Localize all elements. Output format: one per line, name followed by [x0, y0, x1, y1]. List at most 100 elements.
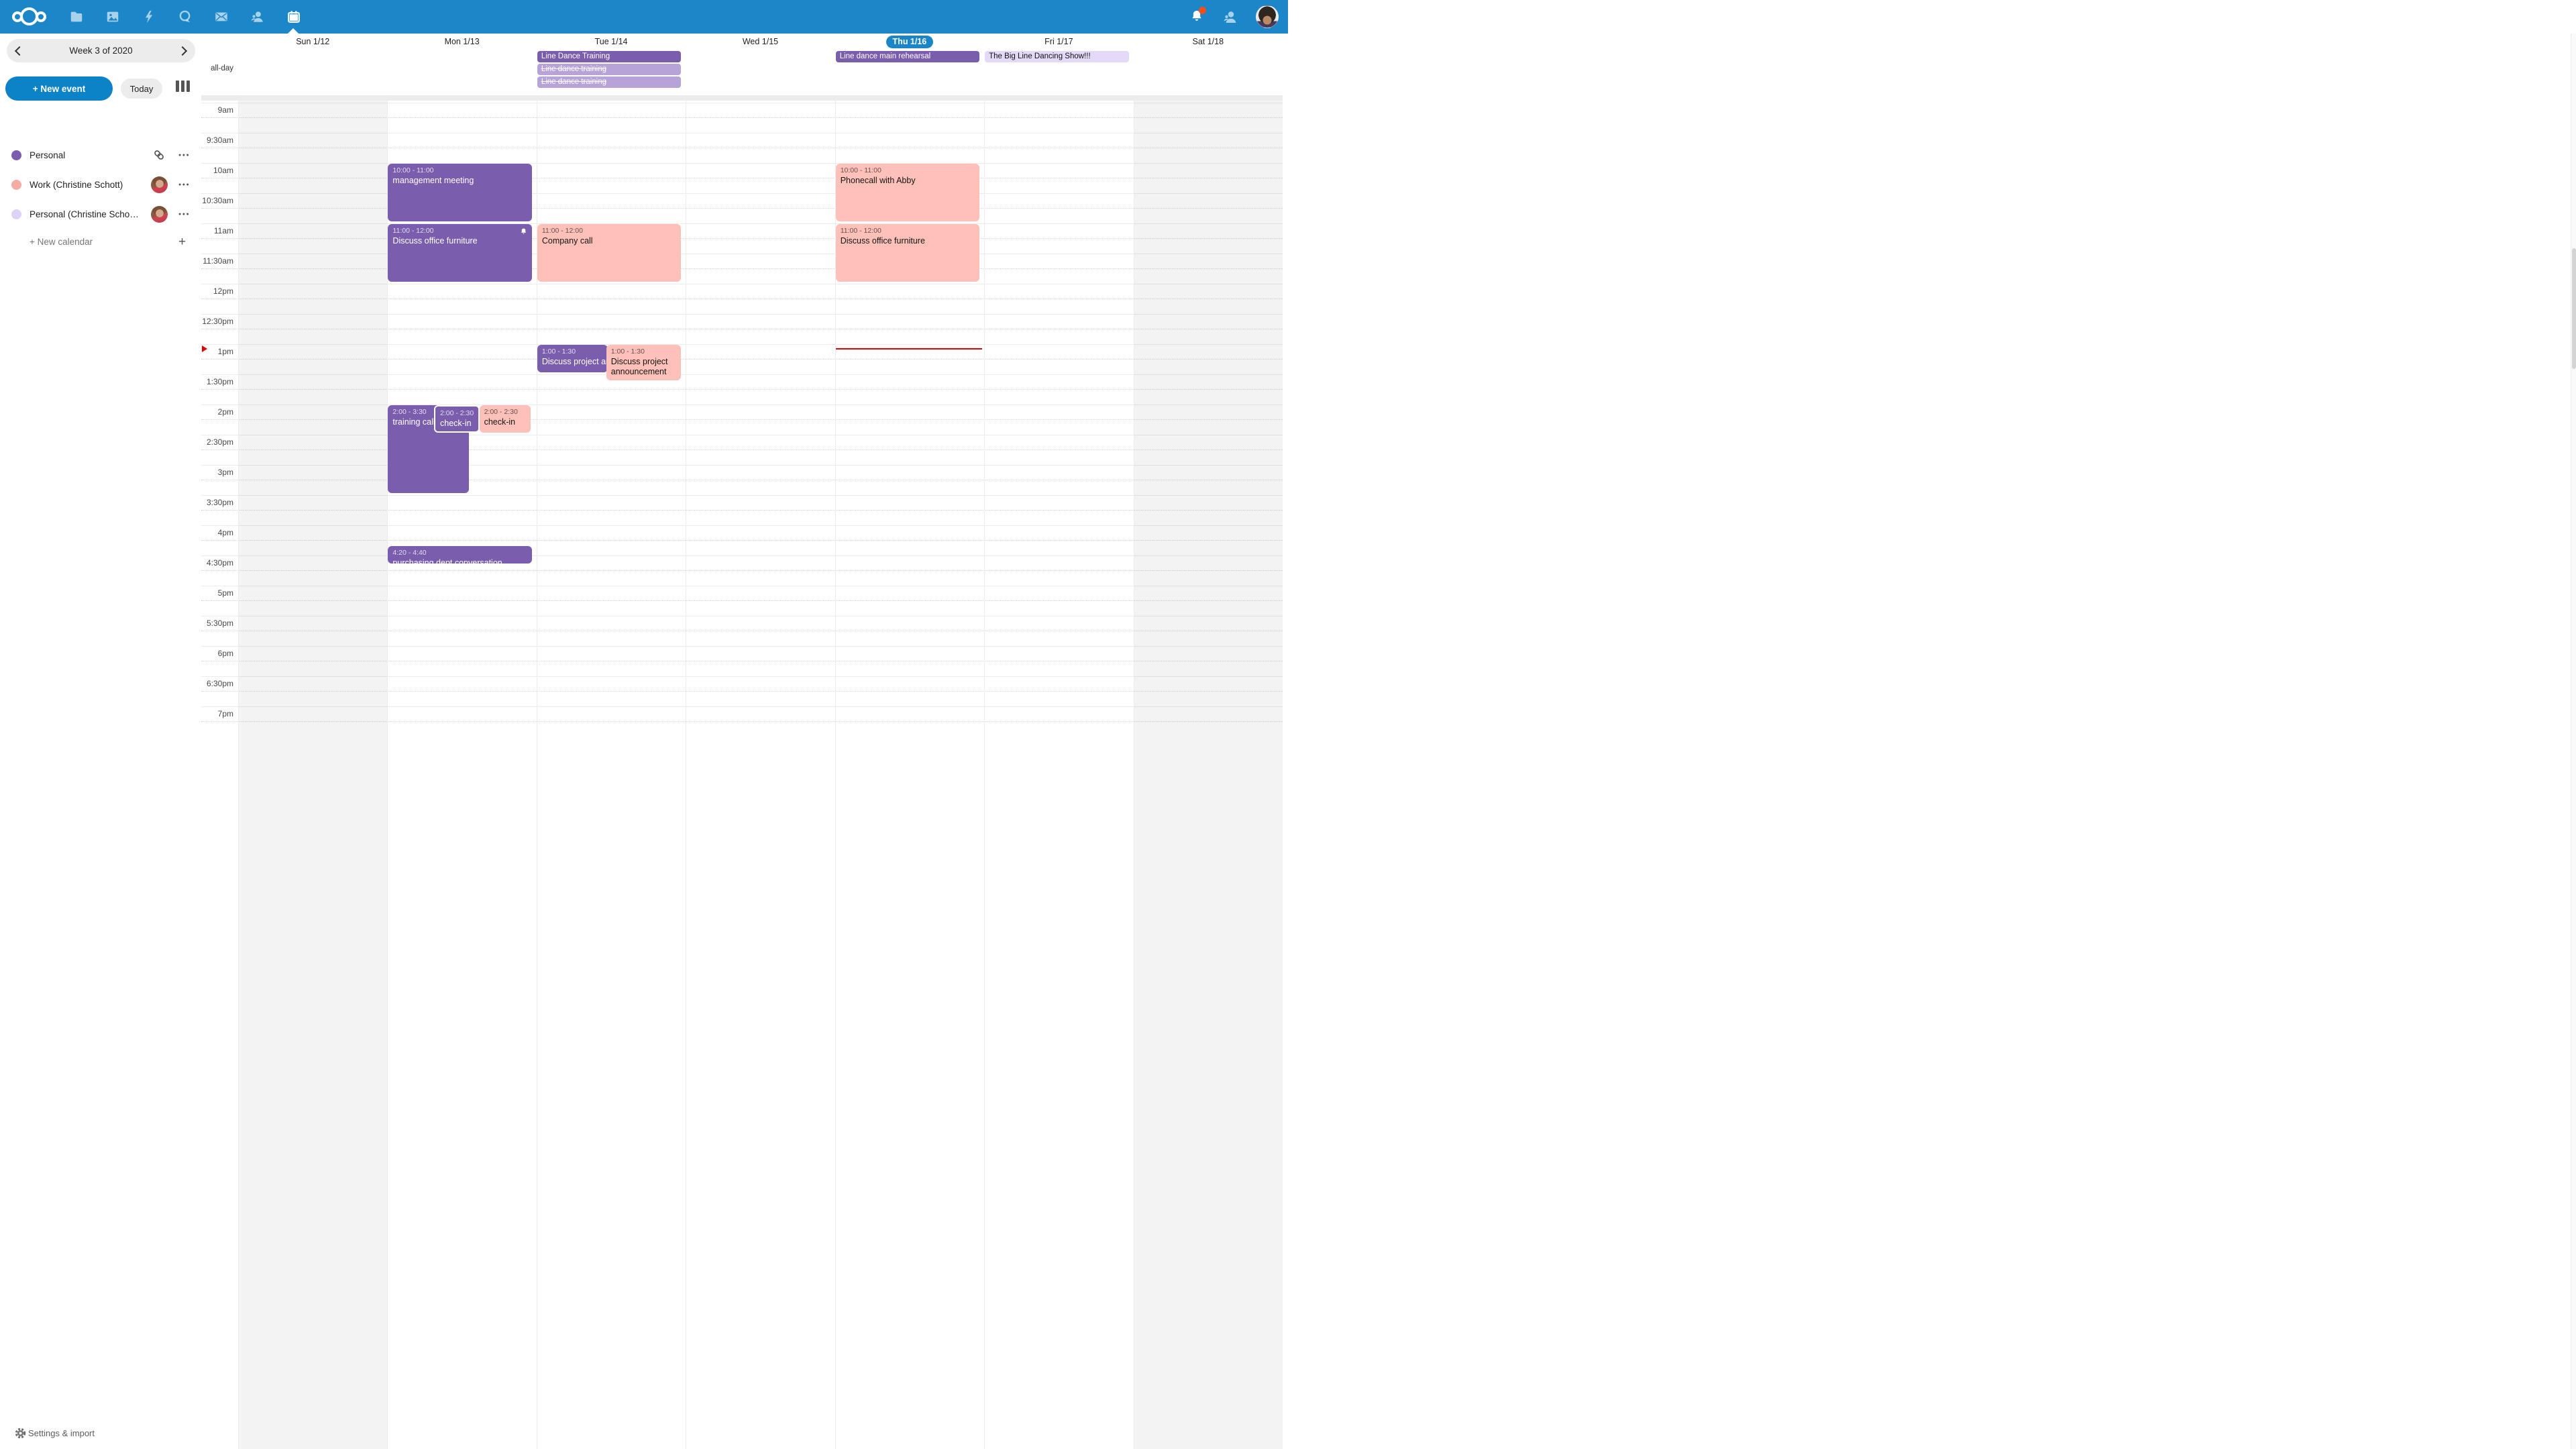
time-label: 11am — [201, 226, 233, 235]
event-discuss-office-furniture[interactable]: 11:00 - 12:00Discuss office furniture — [836, 224, 979, 282]
time-label: 5:30pm — [201, 619, 233, 628]
event-title: Discuss project announcement — [611, 357, 677, 377]
calendar-item-2[interactable]: Work (Christine Schott)●●● — [0, 170, 201, 199]
files-app-folder-icon[interactable] — [62, 0, 91, 34]
calendar-item-1[interactable]: Personal●●● — [0, 140, 201, 170]
grid-quarter-line — [201, 208, 1283, 209]
grid-hour-line — [201, 314, 1283, 315]
top-bar — [0, 0, 1288, 34]
grid-quarter-line — [201, 268, 1283, 269]
photos-app-photos-icon[interactable] — [98, 0, 127, 34]
time-label: 6:30pm — [201, 679, 233, 688]
share-link-icon[interactable] — [150, 146, 168, 164]
event-time: 11:00 - 12:00 — [392, 227, 527, 235]
event-check-in[interactable]: 2:00 - 2:30check-in — [480, 405, 531, 433]
event-discuss-project-announcement[interactable]: 1:00 - 1:30Discuss project announcement — [606, 345, 682, 380]
calendar-week-view: Sun 1/12Mon 1/13Tue 1/14Wed 1/15 Thu 1/16… — [201, 34, 2576, 1449]
day-header-mon[interactable]: Mon 1/13 — [387, 34, 536, 50]
day-header-sun[interactable]: Sun 1/12 — [238, 34, 387, 50]
day-header-fri[interactable]: Fri 1/17 — [984, 34, 1133, 50]
allday-event[interactable]: Line dance training — [537, 76, 681, 88]
day-header-row: Sun 1/12Mon 1/13Tue 1/14Wed 1/15 Thu 1/16… — [201, 34, 1283, 50]
grid-quarter-line — [201, 359, 1283, 360]
time-label: 10:30am — [201, 196, 233, 205]
calendar-name: Personal (Christine Scho… — [30, 209, 139, 219]
calendar-color-dot[interactable] — [11, 180, 21, 190]
allday-event[interactable]: Line dance training — [537, 64, 681, 75]
calendar-actions-icon[interactable]: ●●● — [178, 212, 190, 217]
nextcloud-logo[interactable] — [12, 7, 46, 25]
time-label: 4pm — [201, 528, 233, 537]
calendar-color-dot[interactable] — [11, 209, 21, 219]
next-week-icon[interactable] — [178, 46, 187, 55]
grid-hour-line — [201, 646, 1283, 647]
event-title: purchasing dept conversation — [392, 558, 527, 564]
event-management-meeting[interactable]: 10:00 - 11:00management meeting — [388, 164, 531, 221]
activity-app-lightning-icon[interactable] — [134, 0, 164, 34]
plus-icon: + — [178, 235, 186, 250]
today-button[interactable]: Today — [121, 78, 162, 99]
talk-app-talk-bubble-icon[interactable] — [170, 0, 200, 34]
current-time-line — [836, 348, 982, 350]
gear-icon — [15, 1428, 26, 1439]
time-label: 10am — [201, 166, 233, 175]
column-divider — [387, 101, 388, 1449]
column-divider — [984, 101, 985, 1449]
event-time: 4:20 - 4:40 — [392, 549, 527, 557]
contacts-app-contacts-icon[interactable] — [243, 0, 272, 34]
day-header-tue[interactable]: Tue 1/14 — [537, 34, 686, 50]
event-title: check-in — [484, 417, 526, 427]
event-phonecall-with-abby[interactable]: 10:00 - 11:00Phonecall with Abby — [836, 164, 979, 221]
week-label: Week 3 of 2020 — [69, 46, 132, 56]
calendar-actions-icon[interactable]: ●●● — [178, 182, 190, 187]
grid-quarter-line — [201, 238, 1283, 239]
week-navigation[interactable]: Week 3 of 2020 — [7, 39, 195, 62]
event-company-call[interactable]: 11:00 - 12:00Company call — [537, 224, 681, 282]
grid-hour-line — [201, 374, 1283, 375]
allday-separator — [201, 95, 1283, 101]
allday-event[interactable]: Line dance main rehearsal — [836, 51, 979, 62]
mail-app-mail-icon[interactable] — [207, 0, 236, 34]
today-pill[interactable]: Thu 1/16 — [886, 36, 934, 48]
event-time: 1:00 - 1:30 — [542, 347, 603, 356]
event-purchasing-dept-conversation[interactable]: 4:20 - 4:40purchasing dept conversation — [388, 546, 531, 564]
calendar-item-3[interactable]: Personal (Christine Scho… ●●● — [0, 199, 201, 229]
day-header-thu[interactable]: Thu 1/16 — [835, 34, 984, 50]
view-mode-icon[interactable] — [176, 80, 190, 92]
time-label: 5pm — [201, 588, 233, 598]
new-calendar-button[interactable]: + New calendar + — [0, 232, 201, 254]
grid-quarter-line — [201, 419, 1283, 420]
active-app-pointer — [288, 28, 299, 34]
event-discuss-project-announcement[interactable]: 1:00 - 1:30Discuss project announcement — [537, 345, 608, 372]
allday-event[interactable]: The Big Line Dancing Show!!! — [985, 51, 1128, 62]
calendar-actions-icon[interactable]: ●●● — [178, 153, 190, 158]
time-label: 2:30pm — [201, 437, 233, 447]
time-label: 9:30am — [201, 136, 233, 145]
day-header-sat[interactable]: Sat 1/18 — [1134, 34, 1283, 50]
time-grid[interactable]: 9am9:30am10am10:30am11am11:30am12pm12:30… — [201, 101, 1283, 1449]
time-label: 4:30pm — [201, 558, 233, 568]
grid-hour-line — [201, 706, 1283, 707]
user-avatar[interactable] — [1256, 5, 1279, 28]
grid-hour-line — [201, 344, 1283, 345]
new-event-button[interactable]: + New event — [5, 76, 113, 101]
allday-event[interactable]: Line Dance Training — [537, 51, 681, 62]
grid-quarter-line — [201, 117, 1283, 118]
event-discuss-office-furniture[interactable]: 11:00 - 12:00Discuss office furniture — [388, 224, 531, 282]
contacts-menu-icon[interactable] — [1222, 9, 1238, 25]
event-check-in[interactable]: 2:00 - 2:30check-in — [434, 405, 480, 433]
shared-by-avatar — [150, 205, 168, 223]
previous-week-icon[interactable] — [15, 46, 24, 55]
day-header-wed[interactable]: Wed 1/15 — [686, 34, 835, 50]
settings-label: Settings & import — [28, 1428, 95, 1438]
time-label: 9am — [201, 105, 233, 115]
allday-section: all-day Line Dance TrainingLine dance tr… — [201, 50, 1283, 95]
vertical-scrollbar[interactable] — [2571, 34, 2576, 1449]
grid-hour-line — [201, 465, 1283, 466]
calendar-color-dot[interactable] — [11, 150, 21, 160]
grid-hour-line — [201, 676, 1283, 677]
grid-quarter-line — [201, 600, 1283, 601]
settings-import-button[interactable]: Settings & import — [0, 1426, 201, 1441]
notifications-bell-icon[interactable] — [1189, 9, 1205, 25]
scrollbar-thumb[interactable] — [2572, 248, 2576, 369]
